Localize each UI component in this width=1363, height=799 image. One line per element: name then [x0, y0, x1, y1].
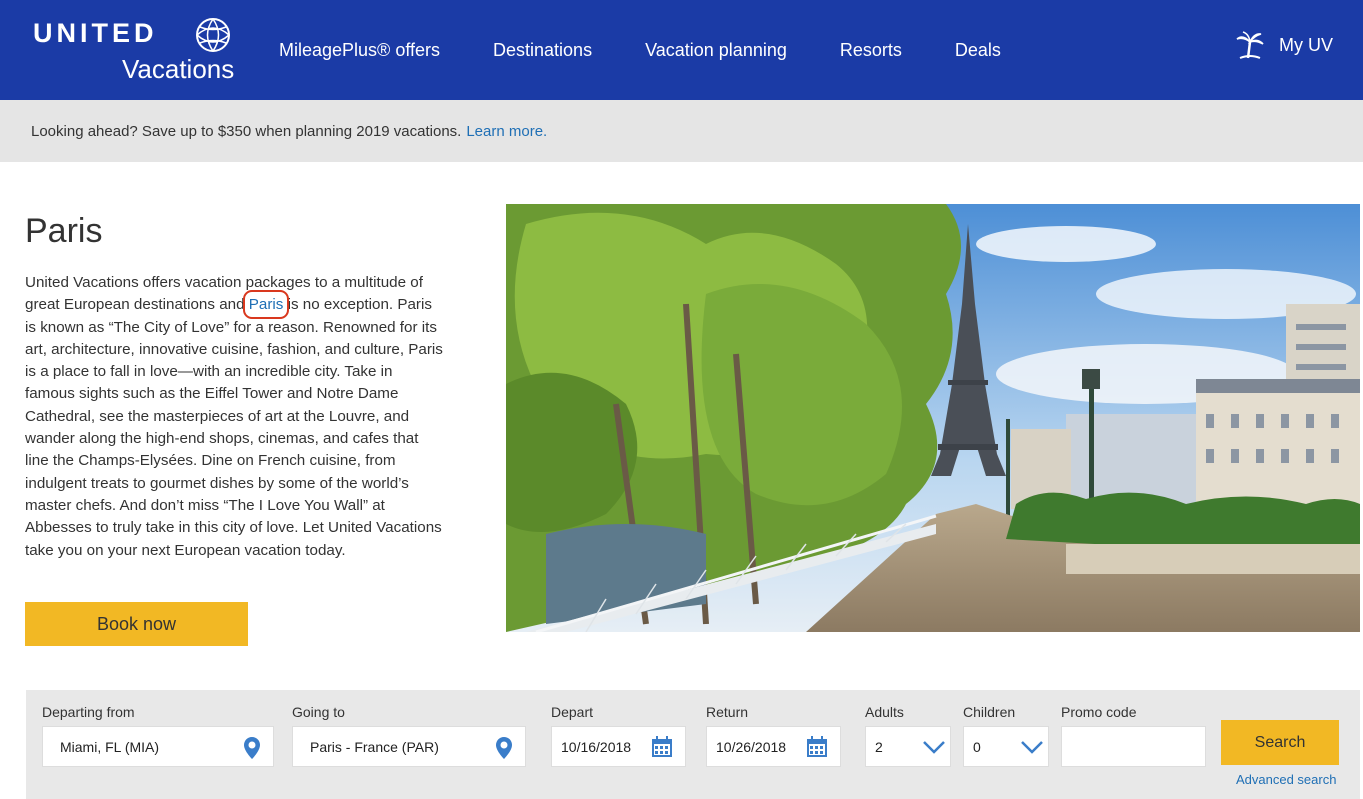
description-text-end: is no exception. Paris is known as “The …	[25, 296, 443, 559]
going-to-label: Going to	[292, 704, 345, 720]
going-to-value: Paris - France (PAR)	[310, 738, 439, 755]
departing-from-field: Departing from Miami, FL (MIA)	[42, 704, 274, 767]
paris-link[interactable]: Paris	[242, 290, 290, 320]
book-now-button[interactable]: Book now	[25, 602, 248, 646]
nav-vacation-planning[interactable]: Vacation planning	[645, 40, 787, 61]
adults-value: 2	[875, 738, 883, 755]
logo-subtitle: Vacations	[122, 54, 235, 84]
calendar-icon[interactable]	[651, 736, 673, 758]
page-title: Paris	[25, 212, 103, 250]
promo-code-input[interactable]	[1061, 726, 1206, 767]
promo-text: Looking ahead? Save up to $350 when plan…	[31, 122, 462, 140]
destination-description: United Vacations offers vacation package…	[25, 272, 445, 562]
adults-label: Adults	[865, 704, 904, 720]
children-value: 0	[973, 738, 981, 755]
globe-icon	[193, 17, 233, 53]
nav-destinations[interactable]: Destinations	[493, 40, 592, 61]
nav-deals[interactable]: Deals	[955, 40, 1001, 61]
depart-date-input[interactable]: 10/16/2018	[551, 726, 686, 767]
depart-label: Depart	[551, 704, 594, 720]
depart-date-value: 10/16/2018	[561, 738, 632, 755]
top-navigation: UNITED Vacations MileagePlus® offers Des…	[0, 0, 1363, 100]
location-pin-icon	[496, 737, 512, 759]
logo-wordmark: UNITED	[33, 18, 158, 48]
return-date-input[interactable]: 10/26/2018	[706, 726, 841, 767]
vacation-search-bar: Departing from Miami, FL (MIA) Going to …	[26, 690, 1360, 799]
depart-date-field: Depart 10/16/2018	[551, 704, 686, 767]
calendar-icon[interactable]	[806, 736, 828, 758]
main-nav: MileagePlus® offers Destinations Vacatio…	[258, 0, 1033, 100]
return-label: Return	[706, 704, 749, 720]
learn-more-link[interactable]: Learn more.	[466, 123, 547, 140]
united-vacations-logo[interactable]: UNITED Vacations	[30, 16, 240, 86]
my-uv-link[interactable]: My UV	[1235, 30, 1333, 60]
departing-from-label: Departing from	[42, 704, 135, 720]
children-field: Children 0	[963, 704, 1049, 767]
search-button[interactable]: Search	[1221, 720, 1339, 765]
destination-section: Paris United Vacations offers vacation p…	[0, 162, 1363, 690]
advanced-search-link[interactable]: Advanced search	[1236, 772, 1336, 787]
children-select[interactable]: 0	[963, 726, 1049, 767]
departing-from-input[interactable]: Miami, FL (MIA)	[42, 726, 274, 767]
promo-code-label: Promo code	[1061, 704, 1137, 720]
promo-code-field: Promo code	[1061, 704, 1206, 767]
promo-banner: Looking ahead? Save up to $350 when plan…	[0, 100, 1363, 162]
adults-field: Adults 2	[865, 704, 951, 767]
return-date-value: 10/26/2018	[716, 738, 787, 755]
palm-tree-icon	[1236, 31, 1264, 59]
return-date-field: Return 10/26/2018	[706, 704, 841, 767]
nav-resorts[interactable]: Resorts	[840, 40, 902, 61]
children-label: Children	[963, 704, 1016, 720]
my-uv-label: My UV	[1279, 34, 1333, 55]
chevron-down-icon	[923, 741, 945, 754]
adults-select[interactable]: 2	[865, 726, 951, 767]
location-pin-icon	[244, 737, 260, 759]
chevron-down-icon	[1021, 741, 1043, 754]
going-to-input[interactable]: Paris - France (PAR)	[292, 726, 526, 767]
departing-from-value: Miami, FL (MIA)	[60, 738, 160, 755]
paris-hero-image	[506, 204, 1360, 632]
going-to-field: Going to Paris - France (PAR)	[292, 704, 526, 767]
nav-mileageplus[interactable]: MileagePlus® offers	[279, 40, 440, 61]
